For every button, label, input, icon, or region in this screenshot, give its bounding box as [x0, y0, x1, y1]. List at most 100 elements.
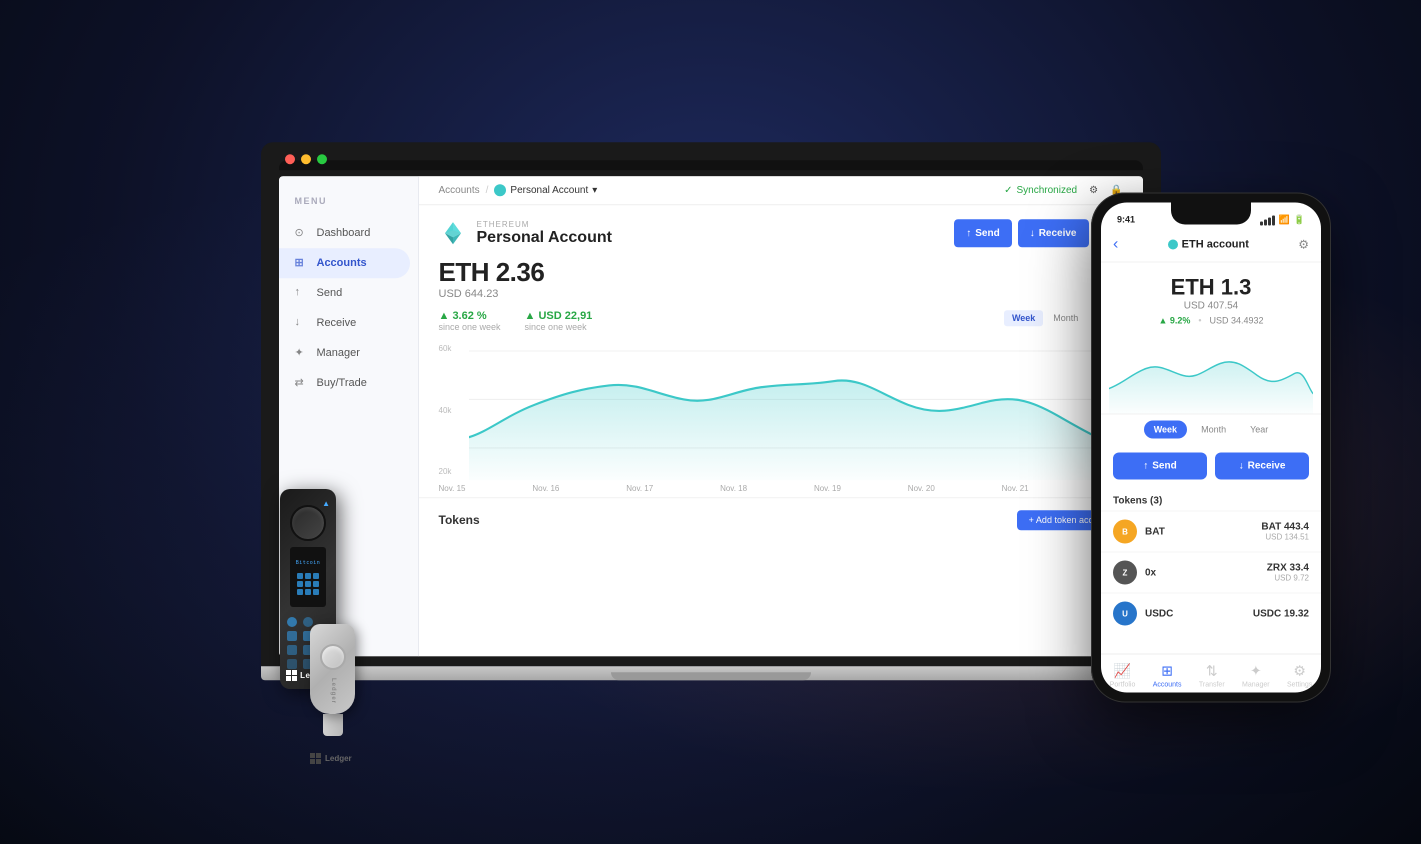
- receive-arrow-icon: ↓: [1030, 228, 1035, 239]
- traffic-light-red[interactable]: [285, 154, 295, 164]
- phone-nav: ‹ ETH account ⚙: [1101, 232, 1321, 263]
- phone-screen: 9:41 📶 🔋 ‹: [1101, 203, 1321, 693]
- token-zrx-name: 0x: [1145, 567, 1156, 578]
- key-body: Ledger: [310, 624, 355, 714]
- ledger-key-brand-text: Ledger: [325, 754, 352, 763]
- key-button-circle[interactable]: [320, 644, 346, 670]
- phone-period-row: Week Month Year: [1101, 414, 1321, 445]
- ethereum-label: ETHEREUM: [477, 220, 612, 229]
- phone-period-week[interactable]: Week: [1144, 421, 1187, 439]
- traffic-light-green[interactable]: [317, 154, 327, 164]
- token-usdc-right: USDC 19.32: [1253, 608, 1309, 619]
- token-bat-left: B BAT: [1113, 520, 1165, 544]
- phone-notch: [1171, 203, 1251, 225]
- stat-pct-value: ▲ 3.62 %: [439, 310, 501, 322]
- phone-status-icons: 📶 🔋: [1260, 215, 1305, 226]
- token-bat-amount: BAT 443.4: [1261, 522, 1309, 533]
- sidebar-label-accounts: Accounts: [317, 257, 367, 269]
- phone-nav-portfolio[interactable]: 📈 Portfolio: [1110, 663, 1136, 689]
- phone-nav-settings[interactable]: ⚙ Settings: [1287, 663, 1312, 689]
- x-label-nov16: Nov. 16: [532, 484, 559, 493]
- main-container: MENU ⊙ Dashboard ⊞ Accounts ↑ Send: [0, 0, 1421, 844]
- sidebar-item-dashboard[interactable]: ⊙ Dashboard: [279, 218, 410, 248]
- sidebar-label-send: Send: [317, 287, 343, 299]
- account-title-group: ETHEREUM Personal Account: [439, 219, 612, 247]
- x-label-nov21: Nov. 21: [1002, 484, 1029, 493]
- device-screen: Bitcoin: [290, 547, 326, 607]
- phone-stat-separator: •: [1198, 316, 1201, 326]
- phone-receive-label: Receive: [1248, 461, 1286, 472]
- phone-back-button[interactable]: ‹: [1113, 236, 1118, 254]
- sidebar-item-send[interactable]: ↑ Send: [279, 278, 410, 308]
- accounts-nav-icon: ⊞: [1161, 663, 1173, 680]
- stat-usd-value: ▲ USD 22,91: [525, 310, 593, 322]
- phone-balance-section: ETH 1.3 USD 407.54 ▲ 9.2% • USD 34.4932: [1101, 263, 1321, 334]
- x-label-nov17: Nov. 17: [626, 484, 653, 493]
- device-top-button[interactable]: [290, 505, 326, 541]
- breadcrumb-separator: /: [486, 185, 489, 196]
- phone-period-month[interactable]: Month: [1191, 421, 1236, 439]
- phone-nav-title: ETH account: [1168, 239, 1249, 251]
- sidebar-item-buytrade[interactable]: ⇄ Buy/Trade: [279, 368, 410, 398]
- x-label-nov18: Nov. 18: [720, 484, 747, 493]
- y-label-20k: 20k: [439, 467, 452, 476]
- ledger-brand-key: Ledger: [310, 753, 352, 764]
- period-week-button[interactable]: Week: [1004, 310, 1043, 326]
- dashboard-icon: ⊙: [295, 226, 309, 240]
- sidebar-label-manager: Manager: [317, 347, 360, 359]
- sidebar-item-receive[interactable]: ↓ Receive: [279, 308, 410, 338]
- token-usdc-name: USDC: [1145, 608, 1173, 619]
- traffic-light-yellow[interactable]: [301, 154, 311, 164]
- receive-button[interactable]: ↓ Receive: [1018, 219, 1089, 247]
- token-usdc-left: U USDC: [1113, 602, 1173, 626]
- account-header: ETHEREUM Personal Account ↑ Send: [419, 205, 1143, 257]
- period-month-button[interactable]: Month: [1045, 310, 1086, 326]
- phone-chart-svg: [1109, 334, 1313, 414]
- token-zrx-amount: ZRX 33.4: [1267, 563, 1309, 574]
- breadcrumb-account-name[interactable]: Personal Account: [510, 185, 588, 196]
- buytrade-icon: ⇄: [295, 376, 309, 390]
- accounts-nav-label: Accounts: [1153, 682, 1182, 689]
- sidebar-item-manager[interactable]: ✦ Manager: [279, 338, 410, 368]
- phone-settings-icon[interactable]: ⚙: [1298, 238, 1309, 252]
- settings-nav-icon: ⚙: [1293, 663, 1306, 680]
- stat-pct-label: since one week: [439, 322, 501, 332]
- sync-badge: ✓ Synchronized: [1004, 185, 1077, 196]
- ethereum-logo: [439, 219, 467, 247]
- transfer-nav-label: Transfer: [1199, 682, 1225, 689]
- account-labels: ETHEREUM Personal Account: [477, 220, 612, 247]
- phone-eth-icon: [1168, 240, 1178, 250]
- breadcrumb-accounts[interactable]: Accounts: [439, 185, 480, 196]
- device-screen-text: Bitcoin: [296, 560, 321, 566]
- y-label-60k: 60k: [439, 344, 452, 353]
- price-chart-svg: [439, 340, 1123, 480]
- token-bat-badge: B: [1113, 520, 1137, 544]
- phone-eth-balance: ETH 1.3: [1117, 275, 1305, 301]
- ledger-usb-key: Ledger: [310, 624, 355, 744]
- phone-period-year[interactable]: Year: [1240, 421, 1278, 439]
- phone-token-zrx[interactable]: Z 0x ZRX 33.4 USD 9.72: [1101, 552, 1321, 593]
- balance-usd: USD 644.23: [439, 288, 1123, 300]
- battery-icon: 🔋: [1294, 215, 1305, 226]
- phone-token-usdc[interactable]: U USDC USDC 19.32: [1101, 593, 1321, 634]
- sync-check-icon: ✓: [1004, 185, 1012, 196]
- sidebar-label-buytrade: Buy/Trade: [317, 377, 367, 389]
- phone-send-button[interactable]: ↑ Send: [1113, 453, 1207, 480]
- breadcrumb: Accounts / Personal Account ▾: [439, 184, 598, 196]
- send-button[interactable]: ↑ Send: [954, 219, 1011, 247]
- chevron-down-icon: ▾: [592, 185, 597, 196]
- y-label-40k: 40k: [439, 406, 452, 415]
- chart-x-labels: Nov. 15 Nov. 16 Nov. 17 Nov. 18 Nov. 19 …: [419, 480, 1143, 497]
- phone-nav-accounts[interactable]: ⊞ Accounts: [1153, 663, 1182, 689]
- phone-receive-icon: ↓: [1239, 461, 1244, 472]
- phone-nav-transfer[interactable]: ⇅ Transfer: [1199, 663, 1225, 689]
- phone-stat-usd: USD 34.4932: [1210, 316, 1264, 326]
- phone-wrapper: 9:41 📶 🔋 ‹: [1091, 193, 1331, 703]
- phone-nav-manager[interactable]: ✦ Manager: [1242, 663, 1270, 689]
- manager-nav-label: Manager: [1242, 682, 1270, 689]
- phone-receive-button[interactable]: ↓ Receive: [1215, 453, 1309, 480]
- device-dots: [297, 573, 319, 595]
- sidebar-item-accounts[interactable]: ⊞ Accounts: [279, 248, 410, 278]
- phone-token-bat[interactable]: B BAT BAT 443.4 USD 134.51: [1101, 511, 1321, 552]
- sync-label: Synchronized: [1016, 185, 1077, 196]
